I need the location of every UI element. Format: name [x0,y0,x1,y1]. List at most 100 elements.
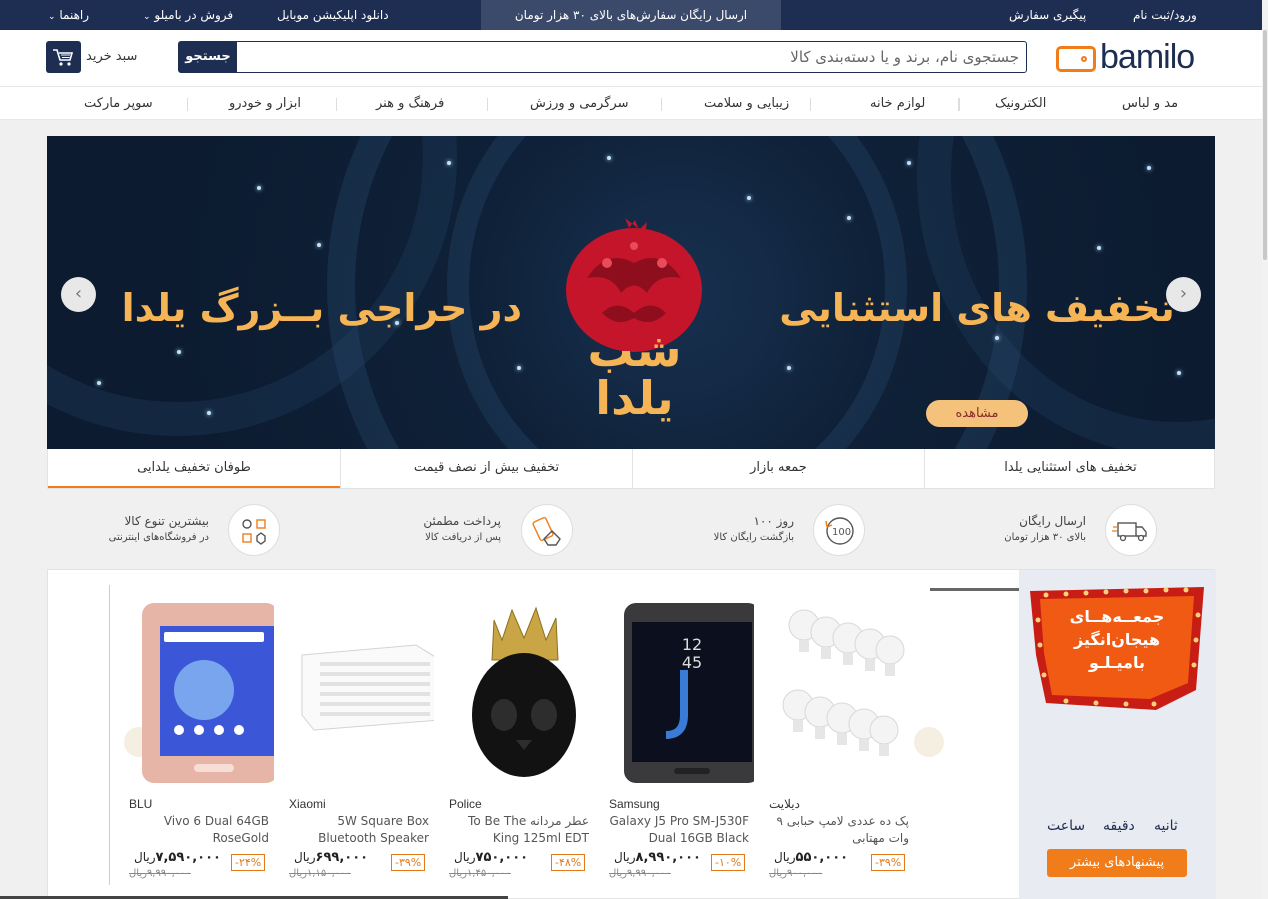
more-offers-button[interactable]: پیشنهادهای بیشتر [1047,849,1187,877]
free-shipping-text: ارسال رایگان سفارش‌های بالای ۳۰ هزار توم… [514,8,748,22]
feature-subtitle: بالای ۳۰ هزار تومان [1004,532,1086,543]
feature-100-day-return: 100 ۱۰۰ روز بازگشت رایگان کالا [705,504,870,556]
bamilo-logo[interactable]: bamilo [1056,38,1201,76]
sell-menu[interactable]: ⌄ فروش در بامیلو [140,8,233,22]
divider [109,585,110,885]
chevron-left-icon: ‹ [74,283,83,304]
product-brand: BLU [129,797,153,811]
product-card[interactable]: Xiaomi 5W Square Box Bluetooth Speaker ۶… [289,600,441,890]
track-order-link[interactable]: پیگیری سفارش [1009,8,1086,22]
search-box: جستجو [178,41,1027,73]
category-nav: مد و لباس الکترونیک لوازم خانه زیبایی و … [0,86,1262,120]
product-name: Vivo 6 Dual 64GB RoseGold [163,814,269,845]
product-image [454,600,594,785]
product-old-price: ۱,۴۵۰,۰۰۰ریال [449,868,511,879]
chevron-down-icon: ⌄ [143,12,151,22]
product-brand: Police [449,797,482,811]
product-price: ۶۹۹,۰۰۰ریال [294,850,369,865]
return-100-icon: 100 [813,504,865,556]
deals-sidebar: جمعــه‌هــای هیجان‌انگیز بامیـلـو ثانیه … [1019,570,1216,899]
svg-text:100: 100 [832,527,851,538]
feature-title: بیشترین تنوع کالا [124,514,209,528]
chevron-right-icon: › [1179,283,1188,304]
product-price: ۵۵۰,۰۰۰ریال [774,850,849,865]
free-shipping-promo[interactable]: ارسال رایگان سفارش‌های بالای ۳۰ هزار توم… [481,0,781,30]
banner-next-arrow[interactable]: › [1166,277,1201,312]
product-brand: Samsung [609,797,660,811]
discount-badge: -۳۹% [871,854,906,871]
svg-text:12: 12 [682,635,702,654]
banner-headline-right: تخفیف های استثنایی [779,286,1175,330]
category-culture[interactable]: فرهنگ و هنر [376,96,444,111]
view-button[interactable]: مشاهده [926,400,1028,427]
category-electronics[interactable]: الکترونیک [995,96,1046,111]
product-card[interactable]: BLU Vivo 6 Dual 64GB RoseGold ۷,۵۹۰,۰۰۰ر… [129,600,279,890]
cart-button[interactable] [46,41,81,73]
product-name: عطر مردانه To Be The King 125ml EDT [468,814,589,845]
feature-subtitle: در فروشگاه‌های اینترنتی [108,532,209,543]
product-image: 12 45 [614,600,760,785]
product-name: Galaxy J5 Pro SM-J530F Dual 16GB Black [609,814,749,845]
tab-yalda-special[interactable]: تخفیف های استثنایی یلدا [924,449,1216,488]
download-app-link[interactable]: دانلود اپلیکیشن موبایل [277,8,389,22]
product-name: پک ده عددی لامپ حبابی ۹ وات مهتابی [776,814,909,845]
countdown-seconds: ثانیه [1154,818,1178,834]
card-payment-icon [521,504,573,556]
header: bamilo جستجو سبد خرید [0,30,1262,86]
search-button[interactable]: جستجو [179,42,237,72]
product-card[interactable]: 12 45 Samsung Galaxy J5 Pro SM-J530F Dua… [609,600,760,890]
sell-label: فروش در بامیلو [154,8,234,22]
tag-icon [1056,46,1096,72]
discount-badge: -۲۴% [231,854,266,871]
cart-label[interactable]: سبد خرید [86,49,137,64]
countdown-minutes: دقیقه [1103,818,1135,834]
category-fashion[interactable]: مد و لباس [1122,96,1178,111]
carousel-indicator [930,588,1019,591]
banner-tabs: تخفیف های استثنایی یلدا جمعه بازار تخفیف… [47,449,1215,489]
category-beauty[interactable]: زیبایی و سلامت [704,96,789,111]
exciting-fridays-promo[interactable]: جمعــه‌هــای هیجان‌انگیز بامیـلـو [1026,585,1208,712]
cart-icon [53,49,74,66]
product-old-price: ۹,۹۹۰,۰۰۰ریال [129,868,191,879]
feature-title: ارسال رایگان [1019,514,1086,528]
product-price: ۷۵۰,۰۰۰ریال [454,850,529,865]
product-price: ۸,۹۹۰,۰۰۰ریال [614,850,701,865]
category-sports[interactable]: سرگرمی و ورزش [530,96,628,111]
banner-center-text: شب یلدا [587,323,682,425]
feature-subtitle: پس از دریافت کالا [425,532,501,543]
product-brand: Xiaomi [289,797,326,811]
truck-icon [1105,504,1157,556]
hero-banner[interactable]: تخفیف های استثنایی در حراجی بــزرگ یلدا … [47,136,1215,449]
vertical-scroll-thumb[interactable] [1263,30,1267,260]
product-price: ۷,۵۹۰,۰۰۰ریال [134,850,221,865]
category-tools[interactable]: ابزار و خودرو [229,96,301,111]
banner-headline-left: در حراجی بــزرگ یلدا [121,286,522,330]
top-bar: ورود/ثبت نام پیگیری سفارش ارسال رایگان س… [0,0,1262,30]
promo-line-1: جمعــه‌هــای [1069,607,1165,626]
feature-title: پرداخت مطمئن [423,514,501,528]
product-old-price: ۹,۹۹۰,۰۰۰ریال [609,868,671,879]
deals-section: جمعــه‌هــای هیجان‌انگیز بامیـلـو ثانیه … [47,569,1216,899]
product-card[interactable]: دیلایت پک ده عددی لامپ حبابی ۹ وات مهتاب… [769,600,919,890]
product-image [294,600,441,785]
tab-yalda-storm[interactable]: طوفان تخفیف یلدایی [48,449,340,488]
tab-half-price[interactable]: تخفیف بیش از نصف قیمت [340,449,632,488]
tab-friday-bazaar[interactable]: جمعه بازار [632,449,924,488]
product-image [774,600,914,785]
logo-wordmark: bamilo [1100,38,1195,76]
category-home[interactable]: لوازم خانه [870,96,925,111]
search-input[interactable] [239,42,1019,72]
login-link[interactable]: ورود/ثبت نام [1133,8,1197,22]
chevron-down-icon: ⌄ [48,12,56,22]
category-supermarket[interactable]: سوپر مارکت [84,96,153,111]
countdown-hours: ساعت [1047,818,1086,834]
feature-secure-payment: پرداخت مطمئن پس از دریافت کالا [415,504,580,556]
help-menu[interactable]: ⌄ راهنما [45,8,89,22]
svg-text:45: 45 [682,653,702,672]
variety-icon [228,504,280,556]
product-card[interactable]: Police عطر مردانه To Be The King 125ml E… [449,600,599,890]
product-name: 5W Square Box Bluetooth Speaker [318,814,429,845]
help-label: راهنما [59,8,90,22]
promo-line-2: هیجان‌انگیز [1073,630,1161,649]
banner-prev-arrow[interactable]: ‹ [61,277,96,312]
